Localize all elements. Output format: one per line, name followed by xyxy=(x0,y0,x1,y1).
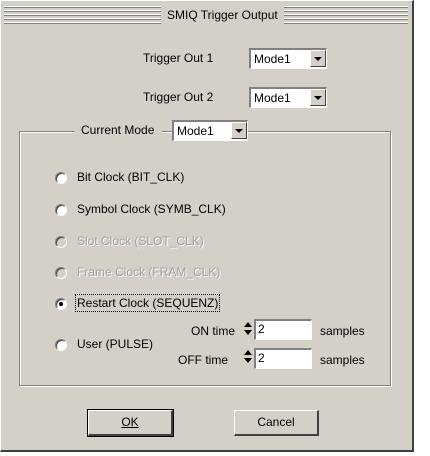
spin-down-icon[interactable] xyxy=(244,330,252,335)
current-mode-value: Mode1 xyxy=(177,124,214,138)
trigger-out-2-value: Mode1 xyxy=(254,91,291,105)
option-symbol-clock-label[interactable]: Symbol Clock (SYMB_CLK) xyxy=(77,202,226,216)
spin-down-icon[interactable] xyxy=(244,358,252,363)
option-frame-clock-label: Frame Clock (FRAM_CLK) xyxy=(77,265,221,279)
option-restart-clock-label[interactable]: Restart Clock (SEQUENZ) xyxy=(74,294,221,312)
on-time-label: ON time xyxy=(191,324,236,338)
radio-bit-clock[interactable] xyxy=(55,172,67,184)
cancel-button[interactable]: Cancel xyxy=(234,410,319,436)
radio-frame-clock xyxy=(55,267,67,279)
radio-slot-clock xyxy=(55,236,67,248)
ok-button-label: OK xyxy=(121,415,139,429)
current-mode-group xyxy=(19,131,391,386)
off-time-input[interactable]: 2 xyxy=(254,348,312,369)
chevron-down-icon[interactable] xyxy=(310,89,326,106)
chevron-down-icon[interactable] xyxy=(231,122,247,139)
ok-button[interactable]: OK xyxy=(87,409,174,437)
current-mode-legend: Current Mode xyxy=(75,120,163,140)
option-user-pulse-label[interactable]: User (PULSE) xyxy=(77,337,153,351)
current-mode-select[interactable]: Mode1 xyxy=(172,120,248,141)
spin-up-icon[interactable] xyxy=(244,322,252,327)
option-bit-clock-label[interactable]: Bit Clock (BIT_CLK) xyxy=(77,170,184,184)
on-time-unit: samples xyxy=(320,324,365,338)
current-mode-label: Current Mode xyxy=(81,123,155,137)
on-time-spinner-icon[interactable] xyxy=(244,320,253,338)
radio-user-pulse[interactable] xyxy=(55,339,67,351)
trigger-out-1-label: Trigger Out 1 xyxy=(143,51,214,65)
radio-symbol-clock[interactable] xyxy=(55,204,67,216)
title-bar[interactable]: SMIQ Trigger Output xyxy=(4,4,408,26)
off-time-label: OFF time xyxy=(178,353,228,367)
smiq-trigger-output-dialog: SMIQ Trigger Output Trigger Out 1 Mode1 … xyxy=(0,0,414,452)
off-time-spinner-icon[interactable] xyxy=(244,348,253,366)
radio-restart-clock[interactable] xyxy=(55,298,67,310)
window-title: SMIQ Trigger Output xyxy=(161,6,284,24)
trigger-out-1-value: Mode1 xyxy=(254,52,291,66)
spin-up-icon[interactable] xyxy=(244,350,252,355)
option-slot-clock-label: Slot Clock (SLOT_CLK) xyxy=(77,234,204,248)
chevron-down-icon[interactable] xyxy=(310,50,326,67)
trigger-out-1-select[interactable]: Mode1 xyxy=(249,48,327,69)
cancel-button-label: Cancel xyxy=(257,415,295,429)
on-time-input[interactable]: 2 xyxy=(254,319,312,340)
off-time-unit: samples xyxy=(320,353,365,367)
trigger-out-2-label: Trigger Out 2 xyxy=(143,90,214,104)
trigger-out-2-select[interactable]: Mode1 xyxy=(249,87,327,108)
